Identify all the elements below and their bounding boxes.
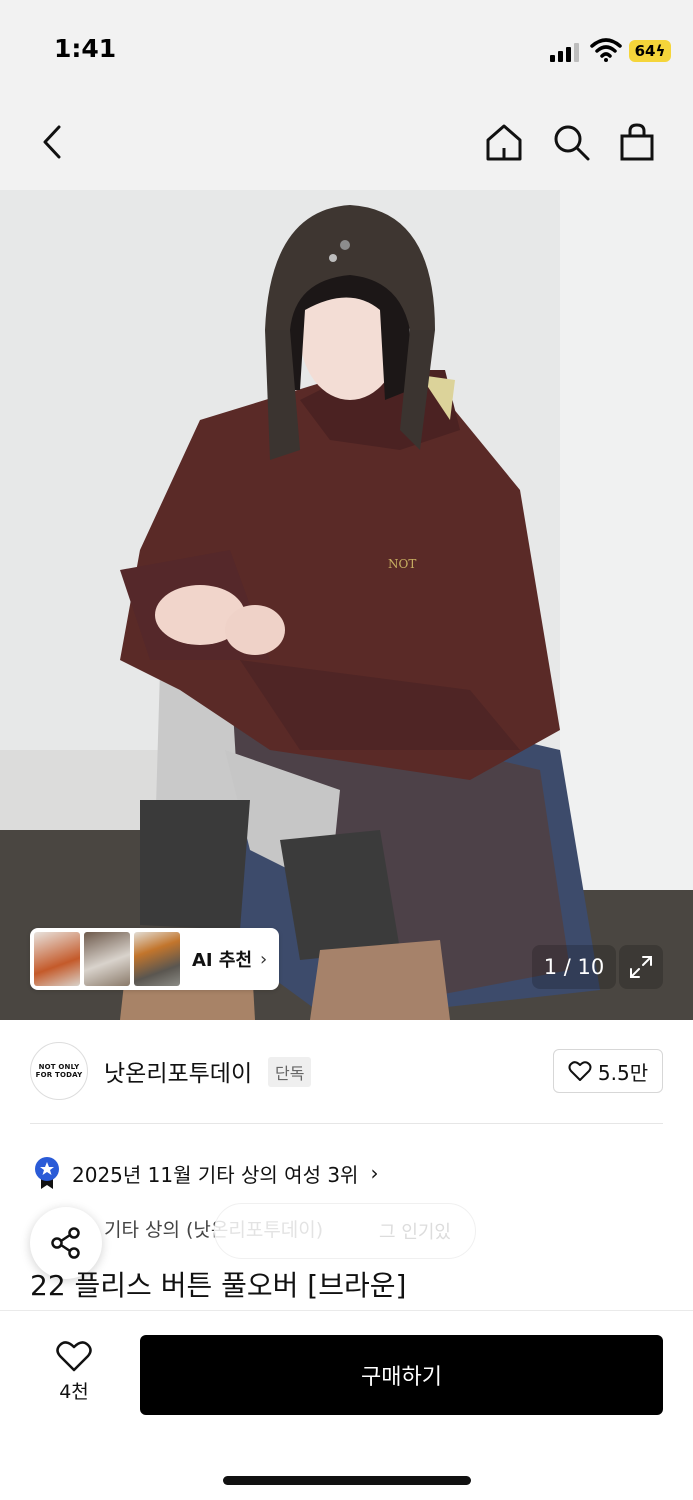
image-counter: 1 / 10: [532, 945, 616, 989]
battery-level: 64: [634, 42, 656, 60]
exclusive-badge: 단독: [268, 1057, 312, 1087]
recommend-thumbnail: [34, 932, 80, 986]
product-photo-illustration: NOT: [0, 190, 693, 1020]
search-icon[interactable]: [549, 120, 593, 164]
top-nav-bar: [0, 100, 693, 190]
brand-logo-line1: NOT ONLY: [38, 1063, 80, 1071]
ranking-text: 2025년 11월 기타 상의 여성 3위: [72, 1162, 359, 1187]
cellular-signal-icon: [550, 43, 579, 62]
buy-button[interactable]: 구매하기: [140, 1335, 663, 1415]
wishlist-button[interactable]: 4천: [48, 1339, 100, 1404]
status-time: 1:41: [54, 34, 117, 63]
heart-icon: [568, 1061, 592, 1081]
brand-logo[interactable]: NOT ONLY FOR TODAY: [30, 1042, 88, 1100]
brand-row: NOT ONLY FOR TODAY 낫온리포투데이 단독 5.5만: [0, 1020, 693, 1124]
chevron-right-icon: ›: [260, 948, 268, 970]
heart-icon: [56, 1341, 92, 1372]
home-icon[interactable]: [482, 120, 526, 164]
wifi-icon: [590, 38, 622, 62]
product-image[interactable]: NOT: [0, 190, 693, 1020]
charging-icon: ϟ: [655, 42, 666, 60]
brand-name-link[interactable]: 낫온리포투데이: [104, 1054, 252, 1088]
chevron-right-icon: ›: [370, 1161, 379, 1185]
wishlist-count: 4천: [59, 1381, 89, 1403]
status-bar: 1:41 64ϟ: [0, 0, 693, 100]
back-icon[interactable]: [30, 120, 74, 164]
divider: [30, 1123, 663, 1124]
home-indicator: [223, 1476, 471, 1485]
share-icon: [51, 1227, 80, 1259]
recommend-thumbnail: [134, 932, 180, 986]
brand-like-button[interactable]: 5.5만: [553, 1049, 663, 1093]
ai-recommend-chip[interactable]: AI 추천 ›: [30, 928, 279, 990]
faded-popup-text: 그 인기있: [379, 1222, 451, 1243]
brand-logo-line2: FOR TODAY: [35, 1071, 83, 1079]
brand-like-count: 5.5만: [597, 1060, 649, 1085]
product-title: 22 플리스 버튼 풀오버 [브라운]: [30, 1269, 407, 1302]
bottom-action-bar: 4천 구매하기: [0, 1310, 693, 1500]
battery-indicator: 64ϟ: [629, 40, 671, 62]
faded-popup-pill: 그 인기있: [214, 1203, 476, 1259]
recommend-thumbnail: [84, 932, 130, 986]
shopping-bag-icon[interactable]: [615, 120, 659, 164]
svg-text:NOT: NOT: [388, 557, 416, 571]
expand-icon[interactable]: [619, 945, 663, 989]
ai-recommend-label: AI 추천: [192, 950, 253, 971]
ranking-badge-icon: [35, 1157, 59, 1189]
ranking-link[interactable]: 2025년 11월 기타 상의 여성 3위 ›: [34, 1153, 378, 1193]
